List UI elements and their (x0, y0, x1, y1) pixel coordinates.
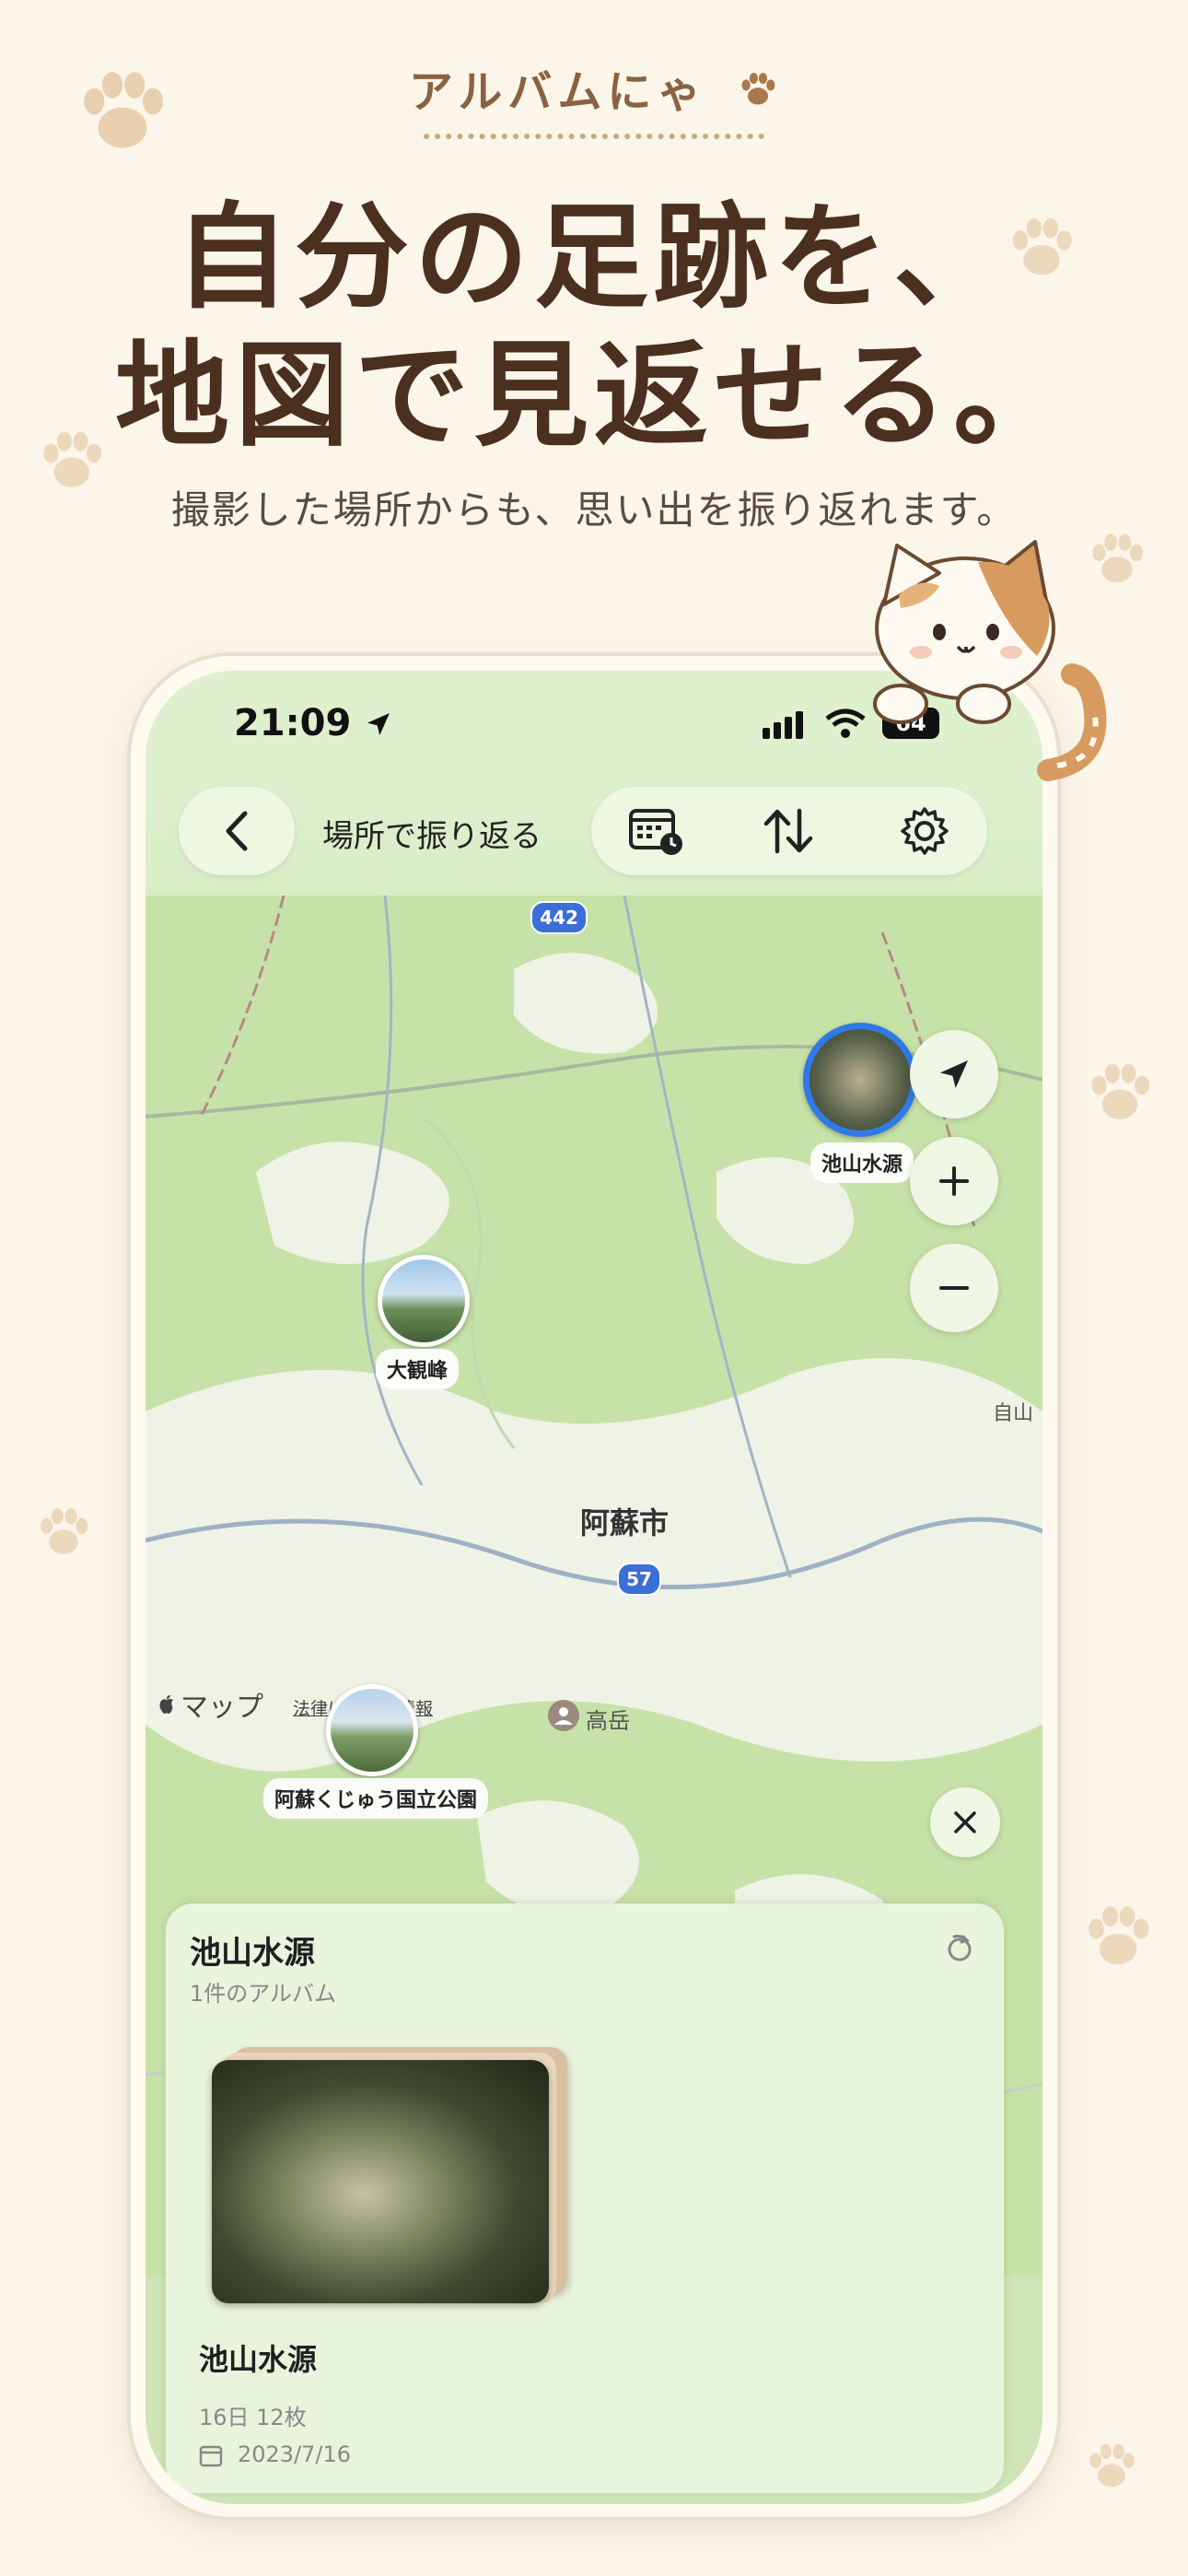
paw-icon (737, 68, 779, 122)
edge-label: 自山 (993, 1402, 1034, 1425)
chevron-left-icon (226, 811, 248, 851)
headline-line1: 自分の足跡を、 (174, 192, 1013, 324)
zoom-out-button[interactable] (910, 1244, 998, 1332)
album-title: 池山水源 (199, 2342, 318, 2377)
close-button[interactable] (930, 1787, 1000, 1857)
photo-pin-selected[interactable] (803, 1023, 917, 1137)
map-attribution: マップ (157, 1684, 263, 1725)
paw-icon (1079, 1898, 1157, 1975)
paw-icon (1083, 2438, 1140, 2495)
route-badge: 57 (617, 1563, 661, 1596)
photo-pin[interactable] (378, 1255, 470, 1347)
close-icon (954, 1811, 976, 1833)
paw-icon (1083, 1056, 1157, 1130)
sort-icon[interactable] (761, 807, 816, 859)
dotted-divider (424, 134, 764, 145)
plus-icon (939, 1166, 969, 1196)
place-marker[interactable] (547, 1699, 580, 1736)
zoom-in-button[interactable] (910, 1137, 998, 1225)
location-arrow-icon (940, 1060, 968, 1088)
route-badge: 442 (530, 901, 588, 934)
paw-icon (33, 1502, 94, 1563)
album-card[interactable] (212, 2047, 567, 2305)
album-date: 2023/7/16 (238, 2441, 352, 2467)
photo-pin[interactable] (326, 1684, 418, 1776)
location-sheet: 池山水源 1件のアルバム 池山水源 16日 12枚 2023/7/16 (166, 1903, 1004, 2493)
pin-label: 阿蘇くじゅう国立公園 (263, 1778, 489, 1819)
city-label: 阿蘇市 (580, 1505, 670, 1540)
gear-icon[interactable] (899, 805, 950, 861)
place-label: 高岳 (586, 1708, 630, 1734)
directions-icon[interactable] (943, 1931, 976, 1968)
pin-label: 大観峰 (376, 1349, 460, 1389)
apple-logo-icon (159, 1695, 173, 1714)
sheet-title: 池山水源 (190, 1935, 315, 1972)
brand-name: アルバムにゃ (0, 55, 1188, 122)
back-button[interactable] (179, 787, 295, 875)
location-arrow-icon (367, 713, 390, 735)
calendar-icon (199, 2443, 223, 2471)
wifi-icon (825, 708, 866, 743)
calendar-clock-icon[interactable] (628, 805, 685, 861)
album-cover-photo (212, 2060, 549, 2303)
headline-line2: 地図で見返せる。 (114, 330, 1073, 463)
album-count: 1件のアルバム (190, 1981, 337, 2007)
cat-illustration (864, 540, 1140, 802)
album-meta: 16日 12枚 (199, 2405, 307, 2430)
status-time: 21:09 (234, 702, 393, 744)
pin-label: 池山水源 (810, 1142, 914, 1183)
page-title: 場所で振り返る (322, 818, 542, 855)
phone-screen: 21:09 64 場所で振り返る 442 57 阿蘇市 高岳 自山 マップ 池山… (146, 671, 1042, 2504)
subtitle: 撮影した場所からも、思い出を振り返れます。 (170, 487, 1018, 533)
current-location-button[interactable] (910, 1030, 998, 1118)
signal-icon (763, 709, 810, 743)
minus-icon (939, 1286, 969, 1290)
